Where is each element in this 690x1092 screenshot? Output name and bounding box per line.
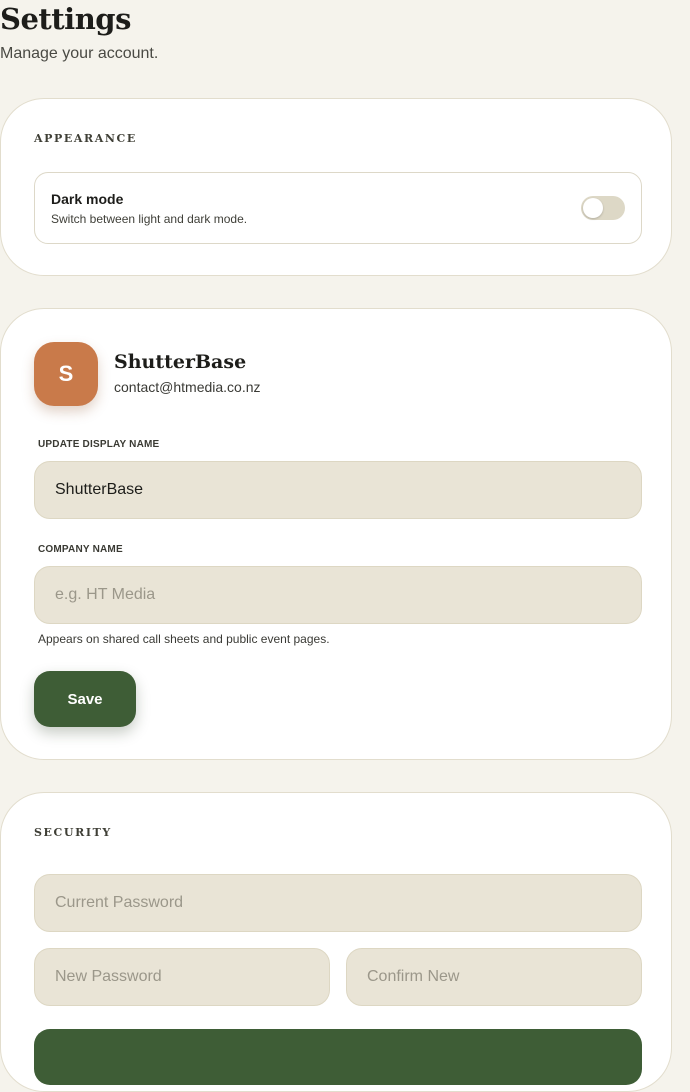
company-name-input[interactable]: [34, 566, 642, 624]
page-subtitle: Manage your account.: [0, 45, 159, 62]
profile-name: ShutterBase: [114, 351, 247, 373]
new-password-input[interactable]: [34, 948, 330, 1006]
confirm-password-input[interactable]: [346, 948, 642, 1006]
dark-mode-description: Switch between light and dark mode.: [51, 212, 248, 226]
profile-card: S ShutterBase contact@htmedia.co.nz UPDA…: [0, 308, 672, 760]
appearance-heading: APPEARANCE: [34, 132, 137, 145]
security-card: SECURITY: [0, 792, 672, 1092]
dark-mode-toggle[interactable]: [581, 196, 625, 220]
update-password-button[interactable]: [34, 1029, 642, 1085]
avatar: S: [34, 342, 98, 406]
current-password-input[interactable]: [34, 874, 642, 932]
security-heading: SECURITY: [34, 826, 112, 839]
display-name-input[interactable]: [34, 461, 642, 519]
toggle-knob: [583, 198, 603, 218]
company-name-label: COMPANY NAME: [38, 544, 123, 555]
dark-mode-title: Dark mode: [51, 191, 124, 207]
page-title: Settings: [0, 2, 131, 36]
dark-mode-row: Dark mode Switch between light and dark …: [34, 172, 642, 244]
display-name-label: UPDATE DISPLAY NAME: [38, 439, 160, 450]
save-button[interactable]: Save: [34, 671, 136, 727]
appearance-card: APPEARANCE Dark mode Switch between ligh…: [0, 98, 672, 276]
profile-email: contact@htmedia.co.nz: [114, 379, 261, 395]
company-helper-text: Appears on shared call sheets and public…: [38, 632, 330, 646]
